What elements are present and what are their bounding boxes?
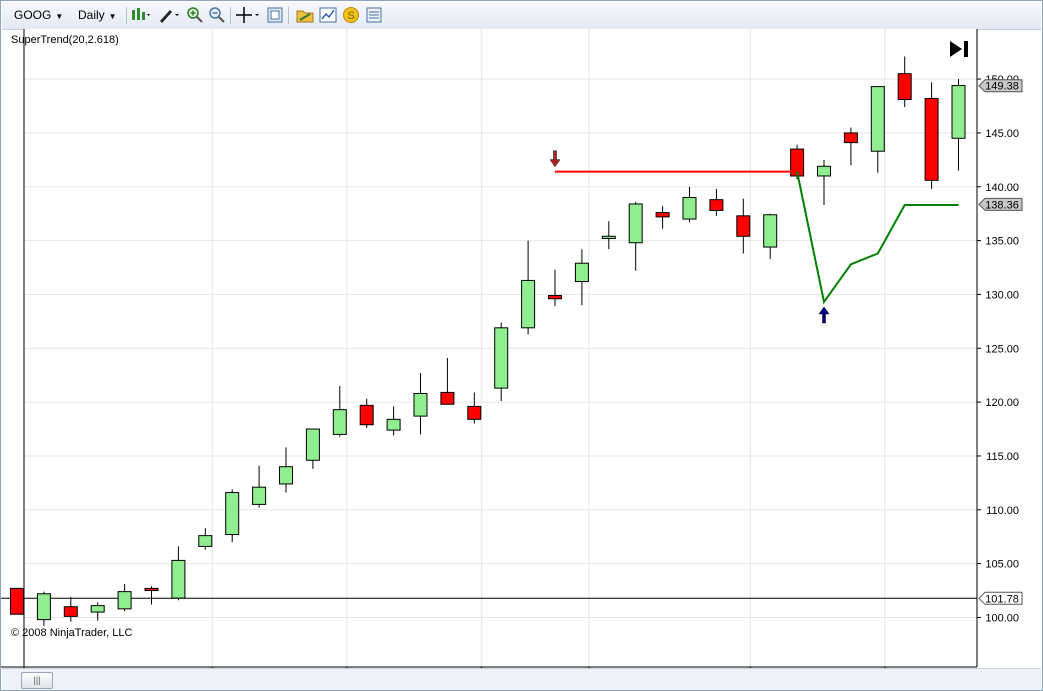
price-chart[interactable]: 100.00 105.00 110.00 115.00 120.00 125.00 130.… bbox=[1, 29, 1042, 668]
candle-up bbox=[870, 86, 885, 152]
instrument-label: GOOG bbox=[14, 8, 52, 22]
candle-down bbox=[924, 97, 939, 181]
y-tick-label: 110.00 bbox=[986, 505, 1019, 517]
candle-up bbox=[279, 466, 293, 485]
strategy-icon[interactable]: S bbox=[341, 6, 360, 25]
y-tick-label: 135.00 bbox=[985, 236, 1019, 248]
candle-down bbox=[709, 199, 724, 211]
candle-up bbox=[198, 535, 213, 547]
candle-down bbox=[359, 404, 374, 426]
candle-up bbox=[305, 428, 320, 461]
candle-up bbox=[601, 235, 616, 239]
candle-down bbox=[144, 587, 159, 592]
y-tick-label: 120.00 bbox=[985, 397, 1019, 409]
copyright-text: © 2008 NinjaTrader, LLC bbox=[11, 627, 133, 639]
candle-up bbox=[494, 327, 509, 389]
y-tick-label: 115.00 bbox=[986, 451, 1019, 463]
candle-up bbox=[763, 214, 778, 248]
y-tick-label: 140.00 bbox=[985, 182, 1019, 194]
folder-icon[interactable] bbox=[295, 6, 314, 25]
draw-pencil-icon[interactable] bbox=[156, 6, 182, 25]
candle-up bbox=[413, 392, 428, 417]
candle-down bbox=[548, 295, 562, 300]
candle-up bbox=[682, 197, 697, 220]
candle-up bbox=[951, 85, 966, 139]
toolbar-separator bbox=[230, 7, 231, 24]
price-marker-label: 138.36 bbox=[985, 199, 1019, 211]
properties-icon[interactable] bbox=[265, 6, 284, 25]
candle-down bbox=[736, 215, 751, 237]
price-marker-label: 101.78 bbox=[985, 593, 1019, 605]
chart-toolbar: GOOG ▼ Daily ▼ S bbox=[2, 2, 1041, 30]
candle-down bbox=[843, 132, 858, 144]
data-box-icon[interactable] bbox=[364, 6, 383, 25]
zoom-in-icon[interactable] bbox=[185, 6, 204, 25]
instrument-selector[interactable]: GOOG ▼ bbox=[14, 6, 74, 25]
zoom-out-icon[interactable] bbox=[207, 6, 226, 25]
candle-up bbox=[628, 203, 643, 244]
candle-up bbox=[574, 262, 589, 283]
y-tick-label: 130.00 bbox=[985, 289, 1019, 301]
jump-to-end-bar bbox=[964, 41, 968, 57]
crosshair-icon[interactable] bbox=[234, 6, 262, 25]
scrollbar-thumb[interactable]: ||| bbox=[21, 672, 53, 689]
interval-label: Daily bbox=[78, 8, 105, 22]
indicator-label: SuperTrend(20,2.618) bbox=[11, 34, 119, 46]
candle-up bbox=[90, 605, 105, 613]
y-tick-label: 125.00 bbox=[985, 343, 1019, 355]
chevron-down-icon: ▼ bbox=[108, 12, 117, 21]
price-marker-label: 149.38 bbox=[985, 81, 1019, 93]
y-tick-label: 105.00 bbox=[985, 559, 1019, 571]
candle-down bbox=[440, 391, 455, 405]
candle-down bbox=[467, 405, 482, 420]
toolbar-separator bbox=[126, 7, 127, 24]
toolbar-separator bbox=[288, 7, 289, 24]
bar-type-icon[interactable] bbox=[129, 6, 153, 25]
candle-up bbox=[171, 559, 186, 599]
svg-text:S: S bbox=[347, 10, 354, 22]
candle-down bbox=[897, 73, 912, 101]
chevron-down-icon: ▼ bbox=[55, 12, 64, 21]
candle-up bbox=[521, 279, 536, 329]
candle-up bbox=[252, 486, 267, 505]
interval-selector[interactable]: Daily ▼ bbox=[78, 6, 124, 25]
candle-up bbox=[332, 409, 347, 435]
candle-down bbox=[63, 606, 78, 617]
chart-icon[interactable] bbox=[318, 6, 337, 25]
candle-up bbox=[36, 593, 51, 621]
y-tick-label: 145.00 bbox=[985, 128, 1019, 140]
candle-up bbox=[817, 165, 831, 177]
candle-up bbox=[386, 418, 401, 431]
candle-up bbox=[117, 591, 132, 610]
chart-window: GOOG ▼ Daily ▼ S 100.00 105.00 110.00 11… bbox=[0, 0, 1043, 691]
y-tick-label: 100.00 bbox=[985, 612, 1019, 624]
candle-down bbox=[10, 587, 24, 615]
candle-down bbox=[655, 212, 670, 218]
horizontal-scrollbar[interactable]: ||| bbox=[2, 668, 1041, 690]
candle-up bbox=[225, 492, 240, 536]
